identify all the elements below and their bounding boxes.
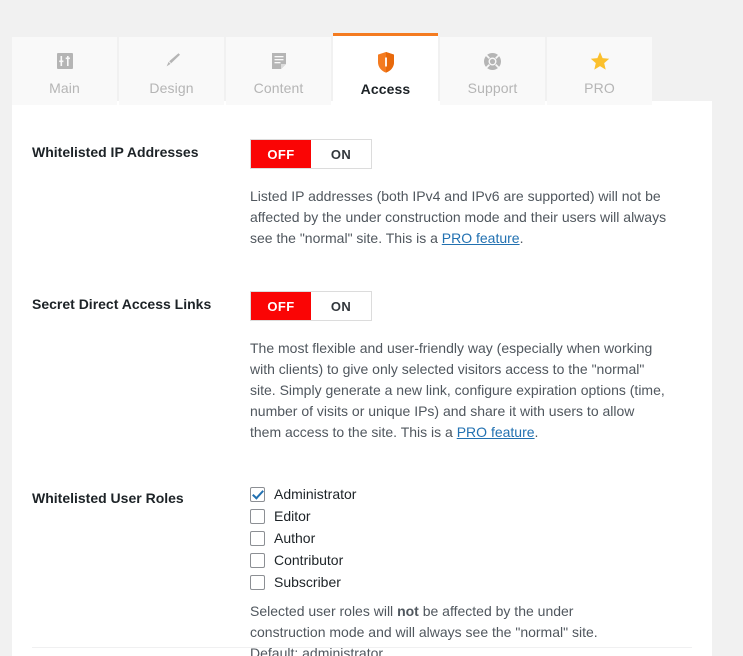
tab-content-label: Content <box>253 80 304 96</box>
user-roles-label: Whitelisted User Roles <box>32 490 184 506</box>
tab-support-label: Support <box>467 80 518 96</box>
secret-links-toggle[interactable]: OFF ON <box>250 291 372 321</box>
settings-tab-bar: Main Design Content Access Support PRO <box>12 33 654 105</box>
secret-links-label: Secret Direct Access Links <box>32 296 212 312</box>
checkbox-author-label: Author <box>274 530 316 546</box>
sliders-icon <box>55 49 75 73</box>
tab-content[interactable]: Content <box>226 37 331 105</box>
tab-access[interactable]: Access <box>333 33 438 105</box>
user-roles-desc-part1: Selected user roles will <box>250 603 398 619</box>
setting-row-secret-links: Secret Direct Access Links OFF ON The mo… <box>12 253 712 447</box>
tab-pro-label: PRO <box>584 80 615 96</box>
list-item[interactable]: Contributor <box>250 550 692 570</box>
whitelisted-ip-toggle-off[interactable]: OFF <box>251 140 311 168</box>
checkbox-subscriber-label: Subscriber <box>274 574 341 590</box>
tab-design[interactable]: Design <box>119 37 224 105</box>
pro-feature-link-ip[interactable]: PRO feature <box>442 230 520 246</box>
checkbox-contributor-label: Contributor <box>274 552 344 568</box>
user-roles-field: Administrator Editor Author Contributor … <box>250 447 692 656</box>
tab-access-label: Access <box>360 81 411 97</box>
secret-links-toggle-on[interactable]: ON <box>311 292 371 320</box>
lifebuoy-icon <box>482 49 503 73</box>
setting-row-user-roles: Whitelisted User Roles Administrator Edi… <box>12 447 712 656</box>
whitelisted-ip-label: Whitelisted IP Addresses <box>32 144 199 160</box>
brush-icon <box>161 49 183 73</box>
tab-design-label: Design <box>149 80 194 96</box>
secret-links-toggle-off[interactable]: OFF <box>251 292 311 320</box>
document-icon <box>269 49 289 73</box>
panel-bottom-divider <box>32 647 692 648</box>
whitelisted-ip-field: OFF ON Listed IP addresses (both IPv4 an… <box>250 101 692 253</box>
list-item[interactable]: Author <box>250 528 692 548</box>
access-settings-panel: Whitelisted IP Addresses OFF ON Listed I… <box>12 101 712 656</box>
star-icon <box>589 49 611 73</box>
whitelisted-ip-description: Listed IP addresses (both IPv4 and IPv6 … <box>250 186 668 249</box>
checkbox-author[interactable] <box>250 530 265 546</box>
secret-links-desc-period: . <box>534 424 539 440</box>
setting-row-whitelisted-ip: Whitelisted IP Addresses OFF ON Listed I… <box>12 101 712 253</box>
checkbox-subscriber[interactable] <box>250 574 265 590</box>
list-item[interactable]: Editor <box>250 506 692 526</box>
user-roles-desc-emphasis: not <box>397 603 419 619</box>
whitelisted-ip-toggle-on[interactable]: ON <box>311 140 371 168</box>
user-roles-checklist: Administrator Editor Author Contributor … <box>250 484 692 592</box>
tab-main-label: Main <box>49 80 80 96</box>
checkbox-administrator-label: Administrator <box>274 486 357 502</box>
secret-links-field: OFF ON The most flexible and user-friend… <box>250 253 692 447</box>
whitelisted-ip-toggle[interactable]: OFF ON <box>250 139 372 169</box>
pro-feature-link-secret[interactable]: PRO feature <box>457 424 535 440</box>
tab-pro[interactable]: PRO <box>547 37 652 105</box>
checkbox-editor-label: Editor <box>274 508 311 524</box>
shield-icon <box>376 50 396 74</box>
whitelisted-ip-desc-period: . <box>519 230 524 246</box>
secret-links-description: The most flexible and user-friendly way … <box>250 338 668 443</box>
checkbox-contributor[interactable] <box>250 552 265 568</box>
list-item[interactable]: Subscriber <box>250 572 692 592</box>
checkbox-administrator[interactable] <box>250 486 265 502</box>
tab-support[interactable]: Support <box>440 37 545 105</box>
checkbox-editor[interactable] <box>250 508 265 524</box>
list-item[interactable]: Administrator <box>250 484 692 504</box>
tab-main[interactable]: Main <box>12 37 117 105</box>
